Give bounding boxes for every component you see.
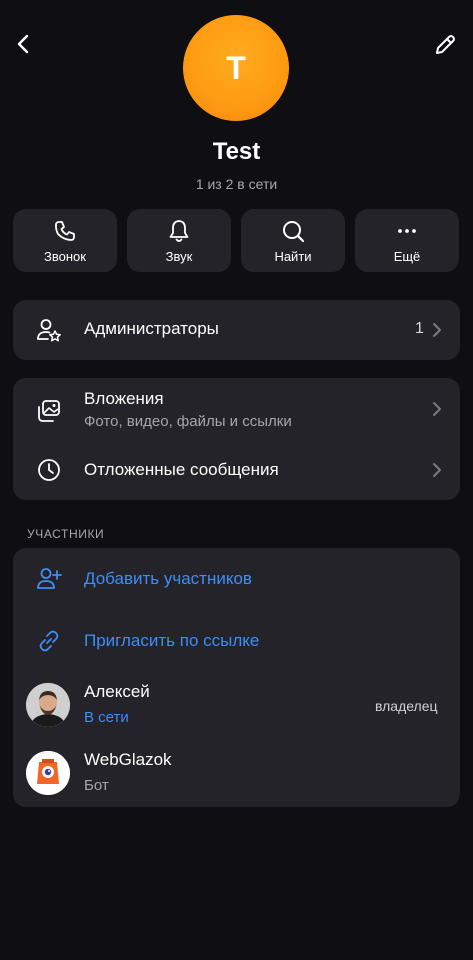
sound-label: Звук	[165, 249, 193, 264]
phone-icon	[55, 221, 75, 241]
administrators-row[interactable]: Администраторы 1	[13, 300, 460, 360]
page-title: Test	[212, 138, 261, 165]
scheduled-messages-label: Отложенные сообщения	[84, 460, 279, 479]
member-row[interactable]: Алексей В сети владелец	[13, 674, 460, 736]
scheduled-messages-row[interactable]: Отложенные сообщения	[13, 440, 460, 500]
invite-link-label: Пригласить по ссылке	[84, 631, 260, 650]
gallery-icon	[38, 400, 60, 422]
chevron-right-icon	[433, 463, 441, 477]
administrators-count: 1	[415, 320, 424, 337]
chevron-right-icon	[433, 402, 441, 416]
clock-icon	[38, 459, 60, 481]
add-members-label: Добавить участников	[84, 569, 252, 588]
sound-button[interactable]: Звук	[127, 209, 231, 272]
search-label: Найти	[274, 249, 312, 264]
pencil-icon	[436, 35, 455, 54]
webglazok-logo-icon	[26, 751, 70, 795]
member-role-badge: владелец	[375, 698, 438, 714]
member-avatar	[26, 751, 70, 795]
attachments-subtitle: Фото, видео, файлы и ссылки	[84, 413, 292, 430]
search-icon	[283, 221, 305, 243]
member-status: В сети	[84, 709, 129, 726]
members-card: Добавить участников Пригласить по ссылке…	[13, 548, 460, 807]
member-status: Бот	[84, 777, 109, 794]
link-icon	[39, 630, 59, 652]
edit-button[interactable]	[430, 30, 460, 60]
online-status: 1 из 2 в сети	[195, 176, 278, 192]
call-button[interactable]: Звонок	[13, 209, 117, 272]
search-button[interactable]: Найти	[241, 209, 345, 272]
administrators-label: Администраторы	[84, 319, 219, 338]
avatar-letter: T	[226, 49, 246, 86]
attachments-title: Вложения	[84, 389, 164, 408]
invite-link-row[interactable]: Пригласить по ссылке	[13, 610, 460, 670]
member-name: WebGlazok	[84, 750, 172, 769]
admin-user-star-icon	[37, 319, 61, 342]
members-section-label: УЧАСТНИКИ	[27, 527, 105, 541]
chevron-right-icon	[433, 323, 441, 337]
member-name: Алексей	[84, 682, 150, 701]
back-button[interactable]	[10, 30, 38, 58]
attachments-row[interactable]: Вложения Фото, видео, файлы и ссылки	[13, 378, 460, 440]
media-card: Вложения Фото, видео, файлы и ссылки Отл…	[13, 378, 460, 500]
add-members-row[interactable]: Добавить участников	[13, 548, 460, 610]
bell-icon	[169, 220, 189, 242]
more-icon	[398, 229, 416, 233]
member-row[interactable]: WebGlazok Бот	[13, 743, 460, 805]
add-user-icon	[37, 568, 62, 589]
more-label: Ещё	[393, 249, 421, 264]
back-arrow-icon	[17, 34, 29, 54]
person-photo-icon	[26, 683, 70, 727]
call-label: Звонок	[44, 249, 86, 264]
group-avatar[interactable]: T	[183, 15, 289, 121]
more-button[interactable]: Ещё	[355, 209, 459, 272]
member-avatar	[26, 683, 70, 727]
